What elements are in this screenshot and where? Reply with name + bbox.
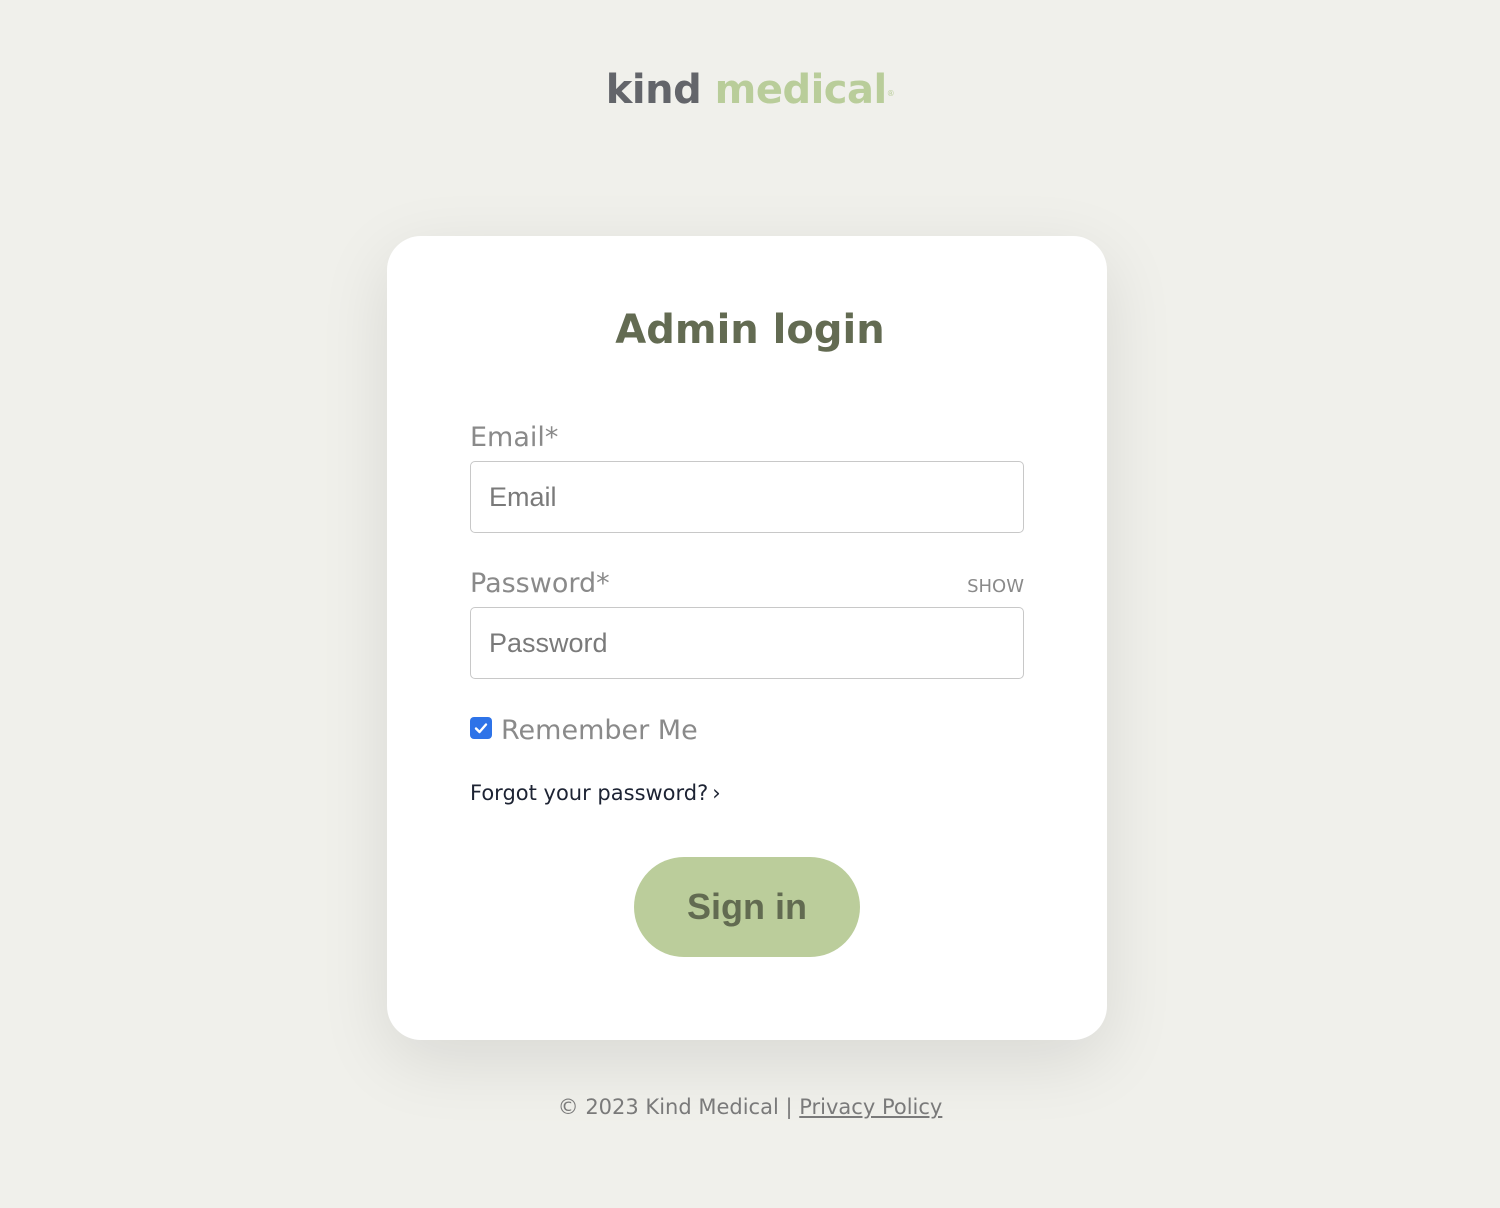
logo-medical-text: medical	[714, 67, 888, 113]
remember-me-row: Remember Me	[470, 712, 698, 748]
remember-me-checkbox[interactable]	[470, 717, 492, 739]
show-password-toggle[interactable]: SHOW	[967, 575, 1024, 599]
privacy-policy-link[interactable]: Privacy Policy	[799, 1095, 942, 1119]
registered-mark: ®	[886, 89, 895, 98]
chevron-right-icon: ›	[712, 781, 721, 805]
forgot-password-text[interactable]: Forgot your password?	[470, 781, 708, 805]
password-field[interactable]	[470, 607, 1024, 679]
copyright-text: © 2023 Kind Medical |	[557, 1095, 800, 1119]
remember-me-label[interactable]: Remember Me	[501, 715, 698, 746]
password-label: Password*	[470, 568, 610, 599]
email-field[interactable]	[470, 461, 1024, 533]
checkmark-icon	[474, 723, 488, 734]
page-title: Admin login	[615, 307, 885, 353]
kind-medical-logo: kind medical®	[0, 66, 1500, 114]
email-label: Email*	[470, 422, 559, 453]
footer: © 2023 Kind Medical | Privacy Policy	[0, 1092, 1500, 1122]
forgot-password-link[interactable]: Forgot your password? ›	[470, 778, 721, 808]
sign-in-button[interactable]: Sign in	[634, 857, 860, 957]
logo-kind-text: kind	[605, 67, 702, 113]
